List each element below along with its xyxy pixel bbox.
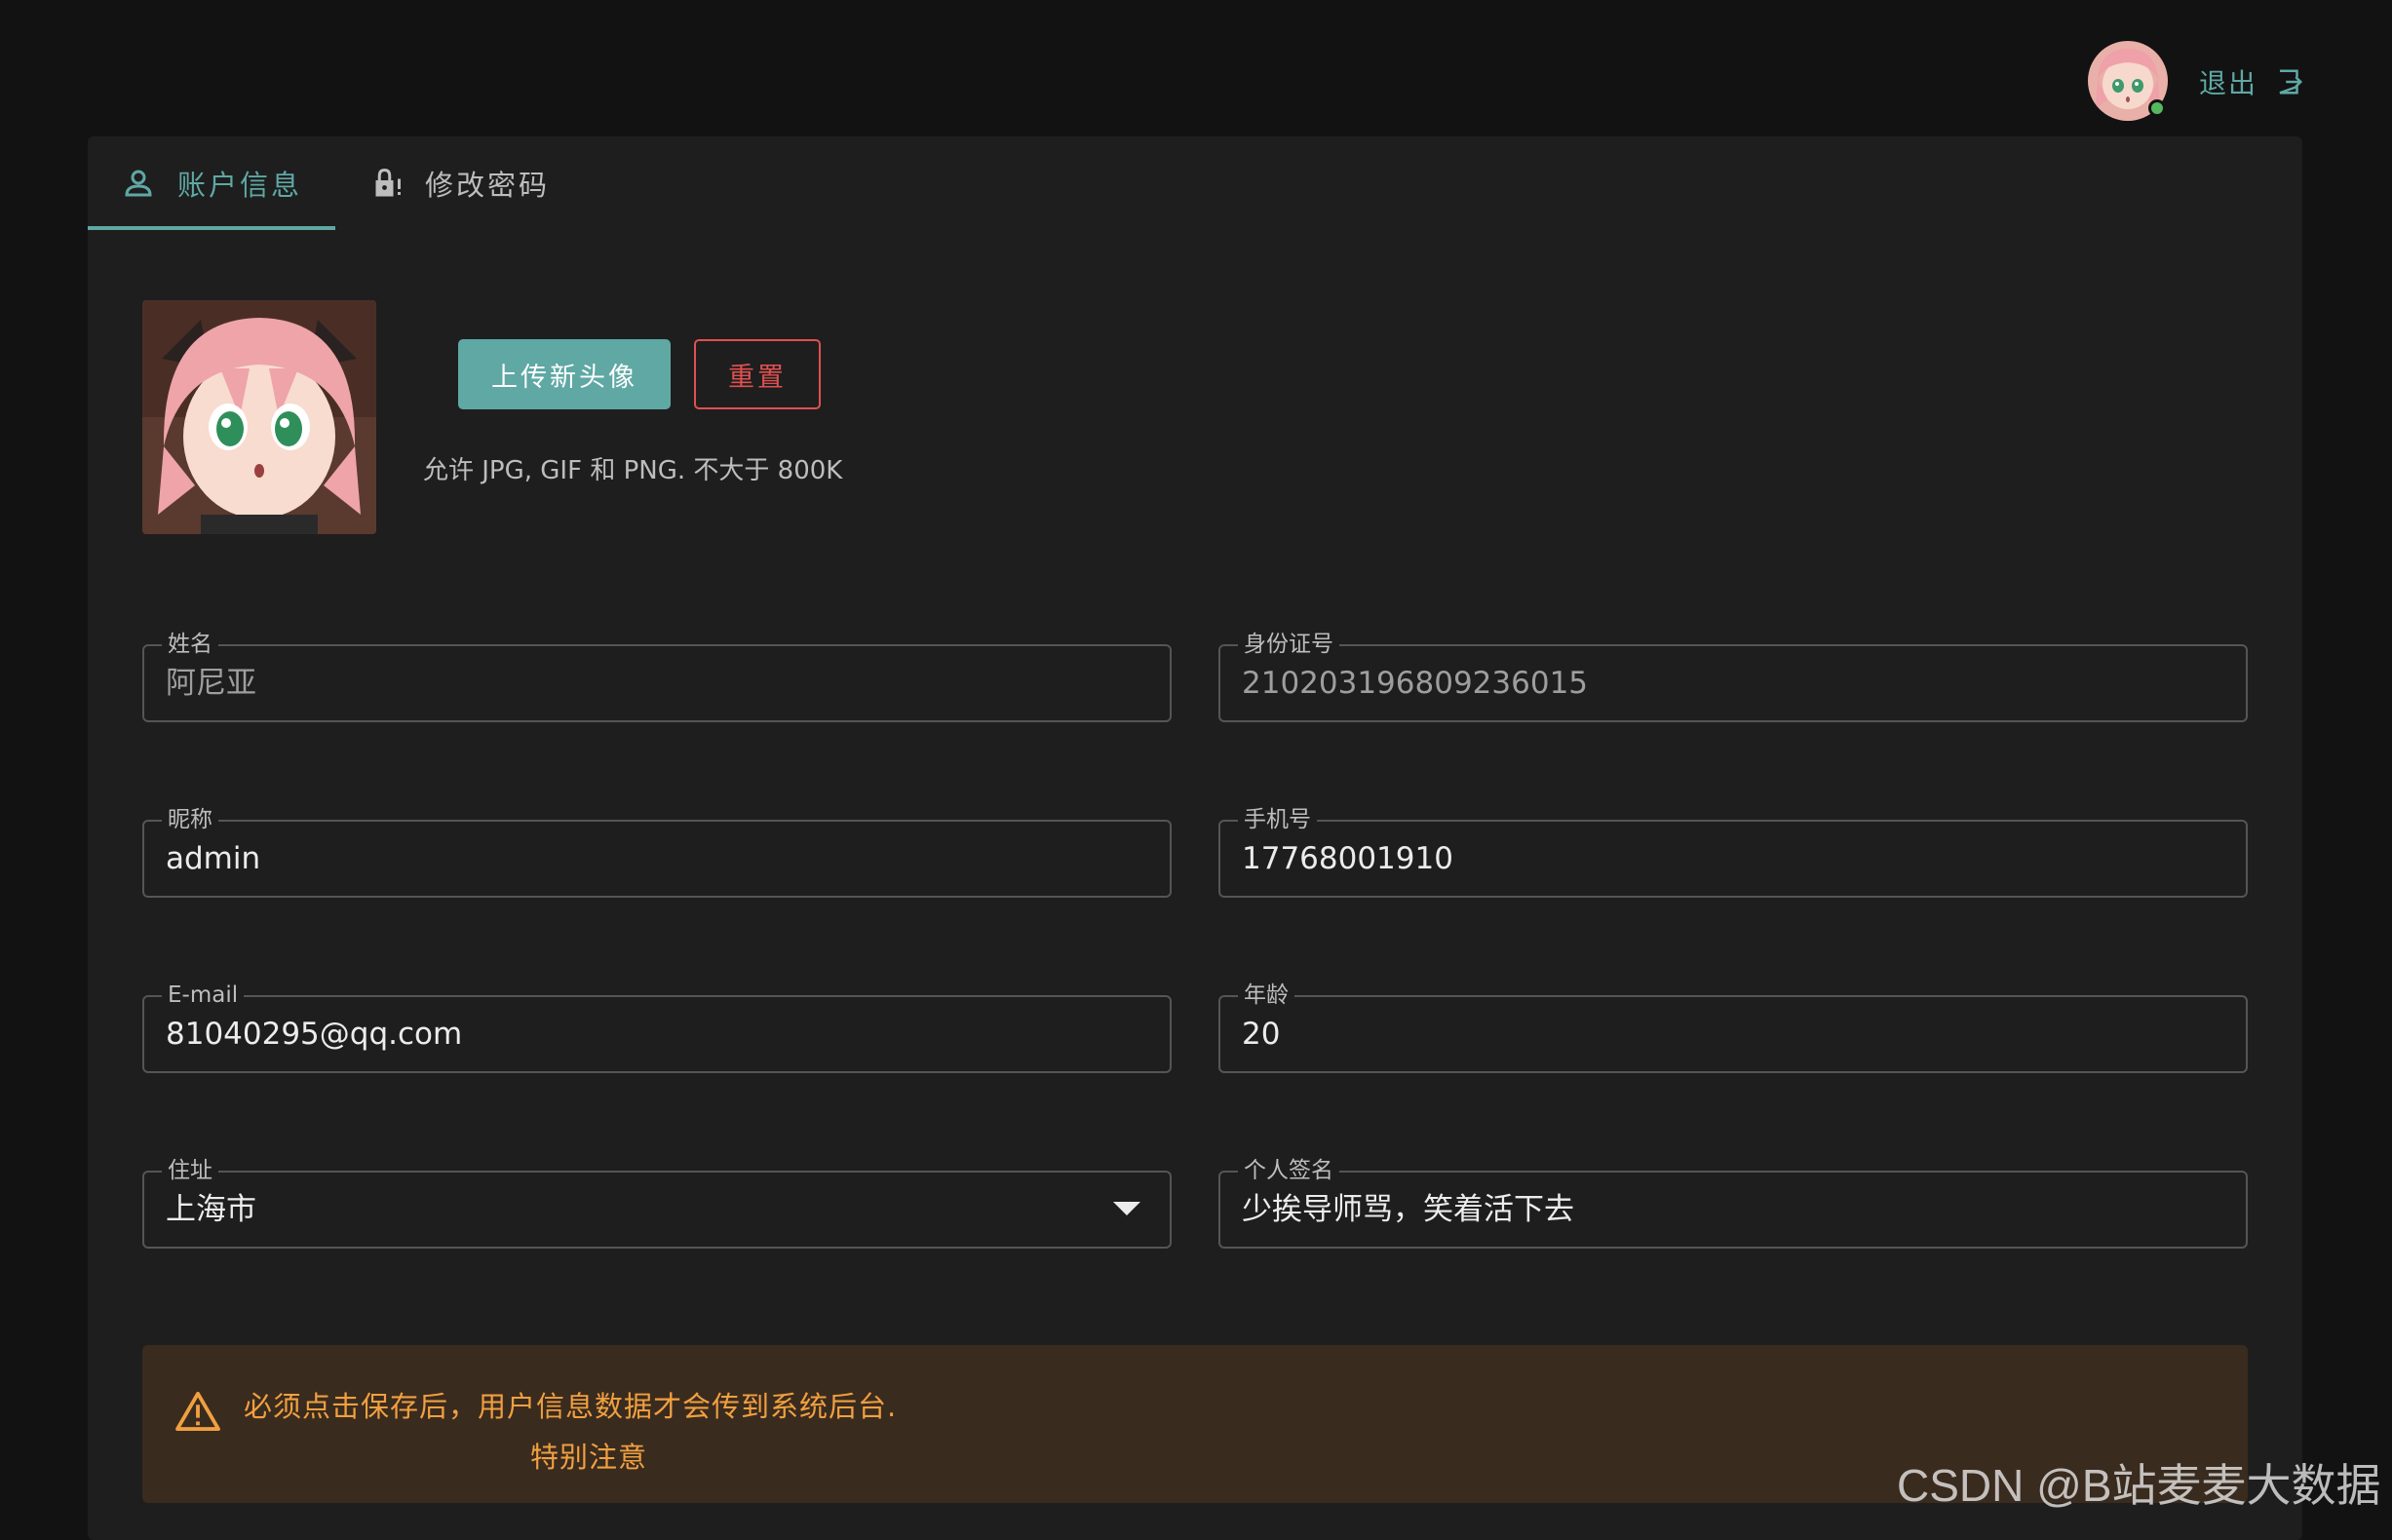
address-select[interactable]: 住址 上海市 — [142, 1157, 1172, 1249]
alert-message: 必须点击保存后，用户信息数据才会传到系统后台. — [244, 1390, 898, 1423]
email-field[interactable]: E-mail 81040295@qq.com — [142, 982, 1172, 1073]
nickname-field[interactable]: 昵称 admin — [142, 806, 1172, 898]
name-value: 阿尼亚 — [166, 666, 256, 701]
signature-field[interactable]: 个人签名 少挨导师骂，笑着活下去 — [1218, 1157, 2248, 1249]
avatar-upload-hint: 允许 JPG, GIF 和 PNG. 不大于 800K — [423, 456, 843, 485]
lock-alert-icon — [375, 168, 402, 197]
address-label: 住址 — [162, 1157, 218, 1184]
id-number-value: 210203196809236015 — [1242, 666, 1589, 701]
watermark: CSDN @B站麦麦大数据 — [1897, 1460, 2381, 1511]
user-icon — [125, 170, 152, 197]
logout-button[interactable]: 退出 — [2199, 62, 2304, 101]
phone-field[interactable]: 手机号 17768001910 — [1218, 806, 2248, 898]
alert-note: 特别注意 — [530, 1441, 648, 1474]
chevron-down-icon[interactable] — [1113, 1202, 1140, 1215]
upload-avatar-button[interactable]: 上传新头像 — [458, 339, 671, 409]
nickname-label: 昵称 — [162, 806, 218, 833]
id-number-label: 身份证号 — [1238, 631, 1339, 658]
age-value: 20 — [1242, 1017, 1281, 1052]
email-value: 81040295@qq.com — [166, 1017, 463, 1052]
phone-value: 17768001910 — [1242, 841, 1453, 876]
email-label: E-mail — [162, 982, 245, 1009]
signature-value: 少挨导师骂，笑着活下去 — [1242, 1192, 1574, 1227]
reset-avatar-button[interactable]: 重置 — [694, 339, 821, 409]
phone-label: 手机号 — [1238, 806, 1317, 833]
tab-account-info[interactable]: 账户信息 — [88, 136, 336, 230]
signature-label: 个人签名 — [1238, 1157, 1339, 1184]
tab-label: 修改密码 — [425, 169, 551, 202]
logout-icon — [2279, 69, 2303, 95]
name-field[interactable]: 姓名 阿尼亚 — [142, 631, 1172, 722]
profile-avatar — [142, 300, 376, 534]
user-avatar[interactable] — [2088, 41, 2168, 121]
tab-bar: 账户信息 修改密码 — [88, 136, 583, 230]
age-field[interactable]: 年龄 20 — [1218, 982, 2248, 1073]
logout-label: 退出 — [2199, 67, 2258, 99]
top-bar: 退出 — [0, 0, 2392, 136]
tab-label: 账户信息 — [177, 169, 303, 202]
warning-icon — [175, 1391, 220, 1431]
tab-change-password[interactable]: 修改密码 — [335, 136, 583, 230]
nickname-value: admin — [166, 841, 261, 876]
id-number-field[interactable]: 身份证号 210203196809236015 — [1218, 631, 2248, 722]
age-label: 年龄 — [1238, 982, 1294, 1009]
profile-avatar-image — [142, 300, 376, 534]
name-label: 姓名 — [162, 631, 218, 658]
account-card: 账户信息 修改密码 上传新头像 重置 允许 JPG, GIF 和 PNG. 不大… — [88, 136, 2302, 1540]
address-value: 上海市 — [166, 1192, 256, 1227]
online-status-dot — [2148, 99, 2166, 117]
